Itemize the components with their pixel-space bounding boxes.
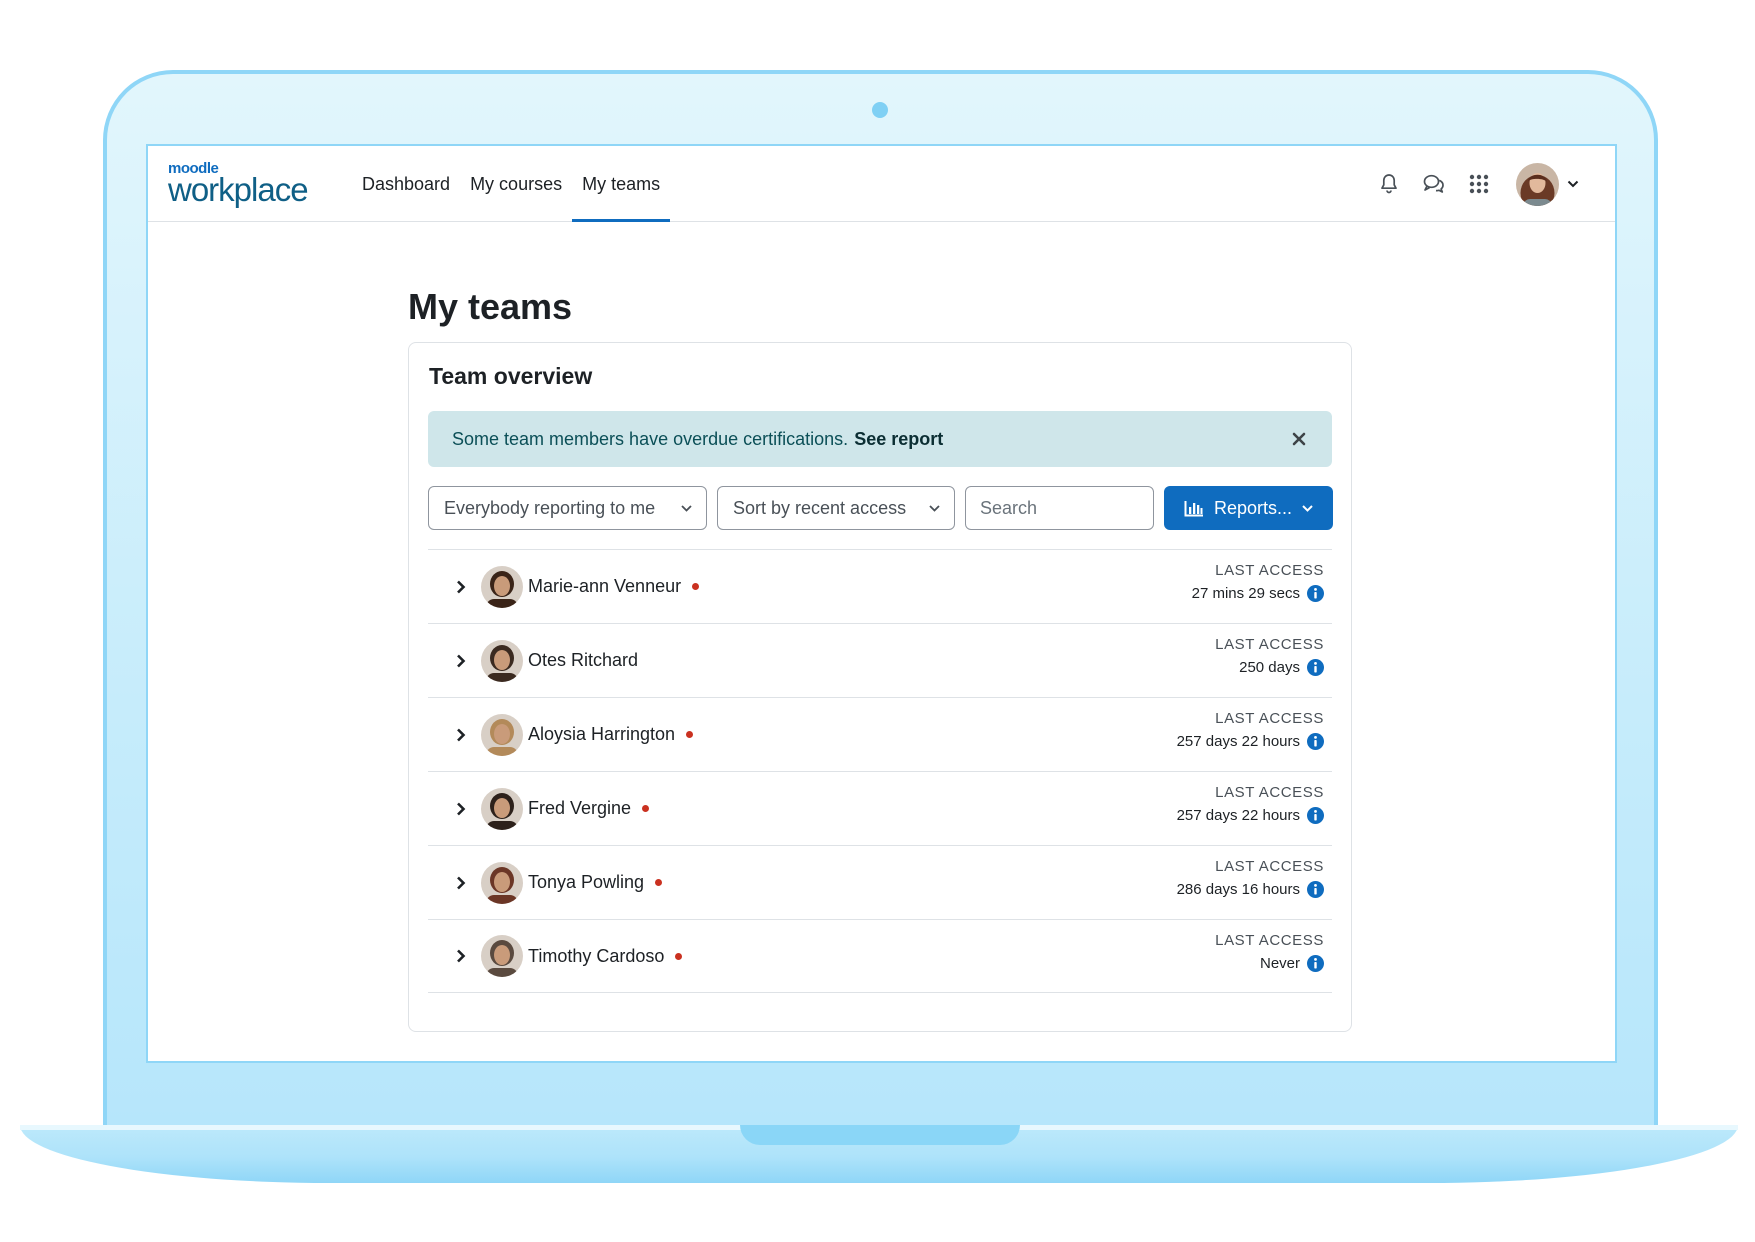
last-access: LAST ACCESS 286 days 16 hours [1177, 858, 1324, 898]
screen: moodle workplace Dashboard My courses My… [146, 144, 1617, 1063]
last-access-value: 257 days 22 hours [1177, 807, 1324, 824]
reporting-filter-value: Everybody reporting to me [444, 497, 656, 518]
last-access-value: 27 mins 29 secs [1192, 585, 1324, 602]
last-access-value: 250 days [1215, 659, 1324, 676]
info-icon[interactable] [1307, 807, 1324, 824]
last-access: LAST ACCESS 27 mins 29 secs [1192, 562, 1324, 602]
reports-button-label: Reports... [1213, 497, 1293, 518]
nav-link-dashboard[interactable]: Dashboard [352, 146, 460, 222]
last-access: LAST ACCESS 257 days 22 hours [1177, 710, 1324, 750]
team-member-list: Marie-ann Venneur LAST ACCESS 27 mins 29… [428, 549, 1332, 993]
last-access-label: LAST ACCESS [1215, 784, 1324, 801]
last-access-time: 257 days 22 hours [1176, 733, 1300, 750]
chevron-down-icon [1567, 175, 1579, 193]
laptop-camera [872, 102, 888, 118]
info-icon[interactable] [1307, 585, 1324, 602]
last-access-value: 257 days 22 hours [1177, 733, 1324, 750]
sort-value: Sort by recent access [733, 497, 907, 518]
chevron-down-icon [929, 504, 940, 512]
overdue-indicator [692, 583, 700, 590]
overdue-indicator [686, 731, 694, 738]
info-icon[interactable] [1307, 733, 1324, 750]
chevron-down-icon [681, 504, 692, 512]
last-access-time: 250 days [1239, 659, 1300, 676]
member-avatar[interactable] [481, 787, 523, 830]
logo-main-text: workplace [168, 171, 309, 208]
user-avatar [1516, 162, 1559, 206]
card-title: Team overview [429, 363, 593, 389]
overdue-alert: Some team members have overdue certifica… [428, 411, 1332, 467]
team-member-row: Aloysia Harrington LAST ACCESS 257 days … [428, 697, 1332, 771]
info-icon[interactable] [1307, 955, 1324, 972]
member-name[interactable]: Marie-ann Venneur [528, 576, 681, 597]
last-access-value: 286 days 16 hours [1177, 881, 1324, 898]
bar-chart-icon [1184, 500, 1203, 516]
member-avatar[interactable] [481, 935, 523, 977]
navbar: moodle workplace Dashboard My courses My… [148, 146, 1615, 222]
team-overview-card: Team overview Some team members have ove… [408, 342, 1352, 1032]
overdue-indicator [675, 952, 683, 960]
alert-message: Some team members have overdue certifica… [452, 428, 849, 449]
moodle-workplace-logo[interactable]: moodle workplace [168, 161, 309, 208]
team-member-row: Timothy Cardoso LAST ACCESS Never [428, 919, 1332, 993]
app-grid-icon[interactable] [1467, 172, 1491, 196]
last-access-label: LAST ACCESS [1215, 562, 1324, 579]
last-access: LAST ACCESS 257 days 22 hours [1177, 784, 1324, 824]
search-input[interactable] [965, 486, 1154, 530]
reporting-filter-select[interactable]: Everybody reporting to me [428, 486, 707, 530]
last-access-time: Never [1259, 955, 1300, 972]
info-icon[interactable] [1307, 659, 1324, 676]
member-avatar[interactable] [481, 565, 523, 608]
last-access-time: 27 mins 29 secs [1191, 585, 1300, 602]
overdue-indicator [642, 805, 650, 812]
expand-chevron-icon[interactable] [441, 863, 481, 903]
team-member-row: Otes Ritchard LAST ACCESS 250 days [428, 623, 1332, 697]
last-access-label: LAST ACCESS [1215, 932, 1324, 949]
member-avatar[interactable] [481, 639, 523, 682]
messages-icon[interactable] [1422, 172, 1446, 196]
member-avatar[interactable] [481, 713, 523, 756]
chevron-down-icon [1302, 504, 1313, 512]
filter-controls: Everybody reporting to me Sort by recent… [428, 486, 1333, 530]
team-member-row: Fred Vergine LAST ACCESS 257 days 22 hou… [428, 771, 1332, 845]
last-access-label: LAST ACCESS [1215, 858, 1324, 875]
member-name[interactable]: Aloysia Harrington [528, 724, 675, 745]
member-name[interactable]: Timothy Cardoso [528, 946, 664, 967]
last-access-value: Never [1215, 955, 1324, 972]
info-icon[interactable] [1307, 881, 1324, 898]
page-title: My teams [408, 286, 573, 327]
member-name[interactable]: Fred Vergine [528, 798, 631, 819]
member-name[interactable]: Tonya Powling [528, 872, 644, 893]
last-access: LAST ACCESS 250 days [1215, 636, 1324, 676]
nav-link-my-courses[interactable]: My courses [460, 146, 572, 222]
last-access-time: 286 days 16 hours [1176, 881, 1300, 898]
team-member-row: Marie-ann Venneur LAST ACCESS 27 mins 29… [428, 549, 1332, 623]
close-icon[interactable] [1288, 428, 1310, 450]
laptop-base-notch [740, 1125, 1020, 1145]
nav-link-my-teams[interactable]: My teams [572, 146, 671, 222]
navbar-actions [1377, 162, 1579, 206]
member-name[interactable]: Otes Ritchard [528, 650, 638, 671]
last-access-label: LAST ACCESS [1215, 710, 1324, 727]
last-access-time: 257 days 22 hours [1176, 807, 1300, 824]
expand-chevron-icon[interactable] [441, 789, 481, 829]
team-member-row: Tonya Powling LAST ACCESS 286 days 16 ho… [428, 845, 1332, 919]
sort-select[interactable]: Sort by recent access [717, 486, 955, 530]
user-menu-toggle[interactable] [1516, 162, 1579, 206]
member-avatar[interactable] [481, 861, 523, 904]
reports-button[interactable]: Reports... [1164, 486, 1333, 530]
expand-chevron-icon[interactable] [441, 715, 481, 755]
last-access-label: LAST ACCESS [1215, 636, 1324, 653]
last-access: LAST ACCESS Never [1215, 932, 1324, 972]
bell-icon[interactable] [1377, 172, 1401, 196]
expand-chevron-icon[interactable] [441, 567, 481, 607]
overdue-indicator [655, 879, 663, 886]
primary-navigation: Dashboard My courses My teams [352, 146, 671, 222]
expand-chevron-icon[interactable] [441, 641, 481, 681]
see-report-link[interactable]: See report [854, 429, 943, 450]
expand-chevron-icon[interactable] [441, 936, 481, 976]
